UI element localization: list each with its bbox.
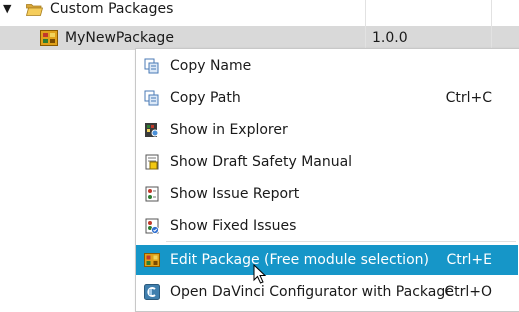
menu-item-label: Show Fixed Issues <box>170 218 297 234</box>
edit-package-icon <box>144 253 160 267</box>
menu-item-open-davinci-configurator[interactable]: Open DaVinci Configurator with Package C… <box>136 277 518 307</box>
menu-item-show-draft-safety-manual[interactable]: Show Draft Safety Manual <box>136 147 518 177</box>
manual-icon <box>145 154 159 170</box>
folder-open-icon <box>26 4 43 16</box>
menu-item-label: Copy Path <box>170 90 241 106</box>
menu-separator <box>166 241 516 242</box>
menu-item-shortcut: Ctrl+C <box>445 90 492 106</box>
menu-item-show-in-explorer[interactable]: Show in Explorer <box>136 115 518 145</box>
menu-item-label: Copy Name <box>170 58 252 74</box>
mouse-pointer-icon <box>253 264 267 284</box>
menu-item-label: Show Draft Safety Manual <box>170 154 353 170</box>
menu-item-show-issue-report[interactable]: Show Issue Report <box>136 179 518 209</box>
copy-icon <box>144 90 159 106</box>
menu-item-copy-path[interactable]: Copy Path Ctrl+C <box>136 83 518 113</box>
package-icon <box>40 30 58 46</box>
tree-row-my-new-package[interactable]: MyNewPackage 1.0.0 <box>0 26 519 50</box>
copy-icon <box>144 58 159 74</box>
report-icon <box>145 186 159 202</box>
context-menu: Copy Name Copy Path Ctrl+C Show in Explo… <box>135 48 519 312</box>
menu-item-copy-name[interactable]: Copy Name <box>136 51 518 81</box>
package-version: 1.0.0 <box>372 30 408 46</box>
fixed-issues-icon <box>145 218 159 234</box>
menu-item-shortcut: Ctrl+O <box>444 284 492 300</box>
folder-label: Custom Packages <box>50 1 174 17</box>
menu-item-label: Show in Explorer <box>170 122 288 138</box>
configurator-icon <box>144 284 160 300</box>
expand-arrow-icon[interactable]: ▼ <box>3 2 11 15</box>
menu-item-show-fixed-issues[interactable]: Show Fixed Issues <box>136 211 518 241</box>
column-divider <box>491 0 492 50</box>
package-label: MyNewPackage <box>65 30 174 46</box>
menu-item-label: Open DaVinci Configurator with Package <box>170 284 454 300</box>
menu-item-edit-package[interactable]: Edit Package (Free module selection) Ctr… <box>136 245 518 275</box>
tree-row-custom-packages[interactable]: ▼ Custom Packages <box>0 0 519 22</box>
menu-item-shortcut: Ctrl+E <box>446 252 493 268</box>
menu-item-label: Edit Package (Free module selection) <box>170 252 429 268</box>
column-divider <box>365 0 366 50</box>
explorer-icon <box>145 123 159 137</box>
menu-item-label: Show Issue Report <box>170 186 300 202</box>
